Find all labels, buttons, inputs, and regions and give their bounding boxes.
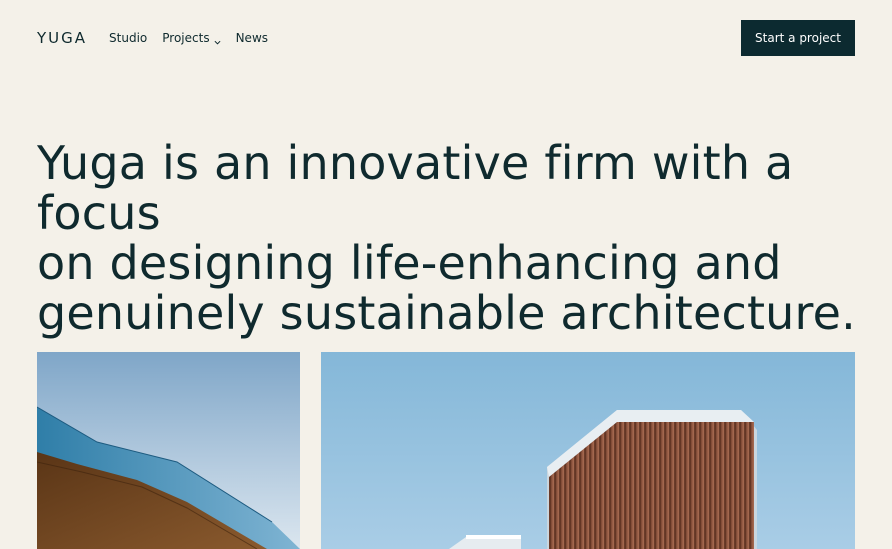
hero-line-2: on designing life-enhancing and (37, 236, 782, 290)
site-header: YUGA Studio Projects News Start a projec… (37, 20, 855, 56)
nav-item-studio[interactable]: Studio (109, 31, 147, 45)
hero-line-1: Yuga is an innovative firm with a focus (37, 136, 794, 240)
chevron-down-icon (214, 35, 221, 45)
logo[interactable]: YUGA (37, 29, 87, 47)
main-nav: Studio Projects News (109, 31, 268, 45)
nav-item-label: Projects (162, 31, 210, 45)
page: YUGA Studio Projects News Start a projec… (0, 0, 892, 549)
project-image-left[interactable] (37, 352, 300, 549)
start-project-button[interactable]: Start a project (741, 20, 855, 56)
nav-item-label: Studio (109, 31, 148, 45)
hero-line-3: genuinely sustainable architecture. (37, 286, 856, 340)
nav-item-news[interactable]: News (236, 31, 268, 45)
nav-item-projects[interactable]: Projects (162, 31, 221, 45)
nav-item-label: News (235, 31, 269, 45)
project-image-right[interactable] (321, 352, 855, 549)
hero-headline: Yuga is an innovative firm with a focus … (37, 138, 877, 338)
